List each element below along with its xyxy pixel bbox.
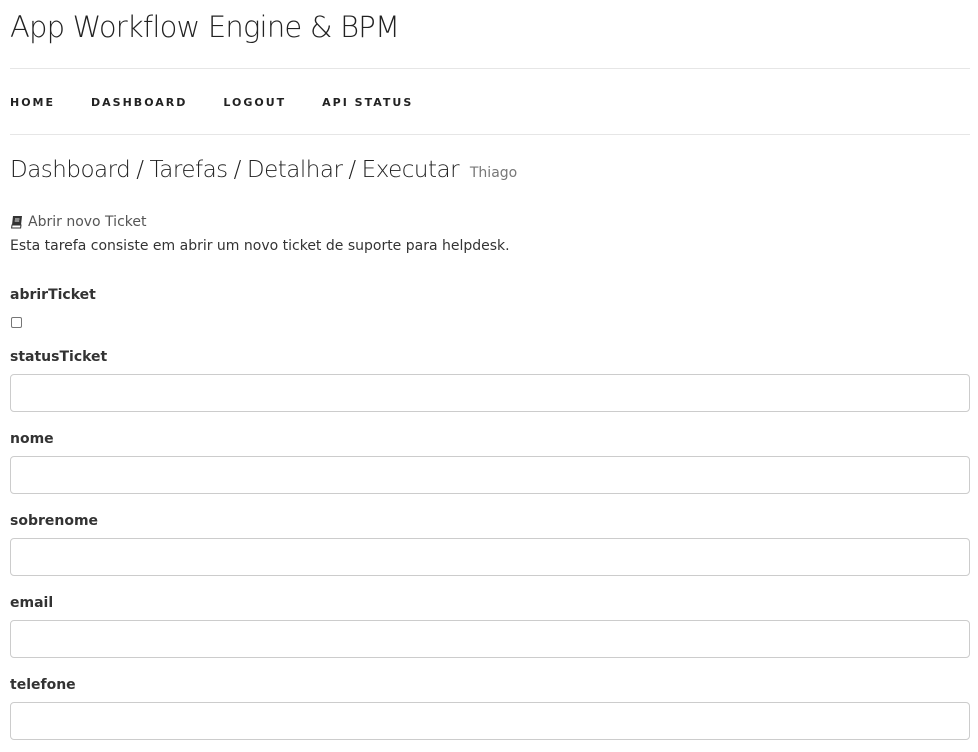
nome-label: nome <box>10 431 54 447</box>
abrirticket-checkbox[interactable] <box>11 317 22 328</box>
nav-item-dashboard[interactable]: DASHBOARD <box>91 96 187 109</box>
statusticket-label: statusTicket <box>10 349 108 365</box>
sobrenome-input[interactable] <box>10 538 970 576</box>
task-description: Esta tarefa consiste em abrir um novo ti… <box>10 238 510 254</box>
abrirticket-label: abrirTicket <box>10 287 96 303</box>
breadcrumb-separator: / <box>233 157 242 183</box>
breadcrumb-separator: / <box>136 157 144 183</box>
breadcrumb: Dashboard / Tarefas / Detalhar / Executar Thia… <box>10 157 517 183</box>
book-icon <box>10 215 24 229</box>
breadcrumb-executar: Executar <box>361 157 460 183</box>
breadcrumb-dashboard: Dashboard <box>10 157 131 183</box>
nome-input[interactable] <box>10 456 970 494</box>
email-label: email <box>10 595 54 611</box>
header-divider <box>10 68 970 69</box>
nav-divider <box>10 134 970 135</box>
nav-item-api-status[interactable]: API STATUS <box>322 96 413 109</box>
breadcrumb-user: Thiago <box>469 165 518 181</box>
email-input[interactable] <box>10 620 970 658</box>
task-title-text: Abrir novo Ticket <box>28 214 147 230</box>
statusticket-input[interactable] <box>10 374 970 412</box>
app-title: App Workflow Engine & BPM <box>10 10 400 44</box>
breadcrumb-separator: / <box>348 157 356 183</box>
task-title: Abrir novo Ticket <box>10 214 146 230</box>
breadcrumb-tarefas: Tarefas <box>149 157 229 183</box>
breadcrumb-detalhar: Detalhar <box>246 157 343 183</box>
nav-item-home[interactable]: HOME <box>10 96 55 109</box>
telefone-label: telefone <box>10 677 76 693</box>
nav-item-logout[interactable]: LOGOUT <box>223 96 286 109</box>
sobrenome-label: sobrenome <box>10 513 99 529</box>
telefone-input[interactable] <box>10 702 970 740</box>
main-nav: HOME DASHBOARD LOGOUT API STATUS <box>10 96 449 109</box>
